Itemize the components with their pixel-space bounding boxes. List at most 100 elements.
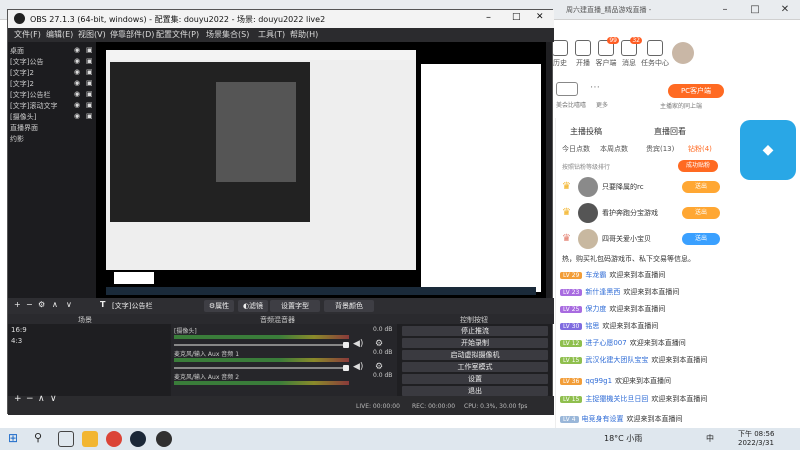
mixer-db: 0.0 dB [373,326,393,333]
crown-icon: ♛ [562,207,571,218]
eye-icon[interactable]: ◉ [74,57,80,65]
virtual-camera-button[interactable]: 启动虚拟摄像机 [402,350,548,360]
gear-icon[interactable]: ⚙ [375,362,383,372]
obs-app-icon[interactable] [156,431,172,447]
add-source-button[interactable]: + [14,300,21,312]
scene-item[interactable]: 16:9 [11,326,27,334]
task-view-icon[interactable] [58,431,74,447]
weather-indicator[interactable]: 18°C 小雨 [604,433,642,444]
eye-icon[interactable]: ◉ [74,90,80,98]
rank-row[interactable]: ♛ 看护奔跑分宝游戏 送出 [560,202,725,224]
menu-help[interactable]: 帮助(H) [290,29,318,40]
audio-mixer: [摄像头] 0.0 dB ◀) ⚙ 麦克风/输入 Aux 音频 1 0.0 dB… [171,324,397,396]
clock-time[interactable]: 下午 08:56 [738,429,774,439]
source-item[interactable]: [文字]滚动文字 ◉ ▣ [10,101,94,111]
exit-button[interactable]: 退出 [402,386,548,396]
lock-icon[interactable]: ▣ [86,90,93,98]
source-item[interactable]: [文字]2 ◉ ▣ [10,68,94,78]
set-font-button[interactable]: 设置字型 [270,300,320,312]
windows-start-icon[interactable]: ⊞ [8,431,24,447]
volume-slider[interactable] [174,344,344,346]
menu-edit[interactable]: 编辑(E) [46,29,73,40]
steam-icon[interactable] [130,431,146,447]
stop-streaming-button[interactable]: 停止推流 [402,326,548,336]
gear-icon[interactable]: ⚙ [38,300,45,312]
header-tasks[interactable]: 任务中心 [640,40,670,68]
eye-icon[interactable]: ◉ [74,68,80,76]
rank-row[interactable]: ♛ 只要降属的rc 送出 [560,176,725,198]
start-recording-button[interactable]: 开始录制 [402,338,548,348]
close-icon[interactable]: ✕ [770,0,800,20]
search-icon[interactable]: ⚲ [34,431,50,447]
lock-icon[interactable]: ▣ [86,68,93,76]
lock-icon[interactable]: ▣ [86,57,93,65]
tab-vip[interactable]: 贵宾(13) [646,144,674,154]
minimize-icon[interactable]: – [710,0,740,20]
studio-mode-button[interactable]: 工作室模式 [402,362,548,372]
source-item[interactable]: [文字]公告 ◉ ▣ [10,57,94,67]
properties-button[interactable]: ⚙属性 [204,300,234,312]
file-explorer-icon[interactable] [82,431,98,447]
scene-item[interactable]: 4:3 [11,337,22,345]
obs-titlebar[interactable]: OBS 27.1.3 (64-bit, windows) - 配置集: douy… [8,10,554,28]
source-item[interactable]: [摄像头] ◉ ▣ [10,112,94,122]
input-language[interactable]: 中 [706,433,714,444]
lock-icon[interactable]: ▣ [86,101,93,109]
speaker-icon[interactable]: ◀) [353,339,363,349]
mixer-db: 0.0 dB [373,372,393,379]
more-icon[interactable]: ⋯ [590,82,606,96]
eye-icon[interactable]: ◉ [74,79,80,87]
recommend-icon[interactable] [556,82,578,96]
tab-week[interactable]: 本周点数 [600,144,628,154]
move-up-icon[interactable]: ∧ [52,300,58,312]
close-icon[interactable]: ✕ [536,12,544,22]
source-item[interactable]: [文字]2 ◉ ▣ [10,79,94,89]
menu-profile[interactable]: 配置文件(P) [156,29,199,40]
eye-icon[interactable]: ◉ [74,101,80,109]
remove-source-button[interactable]: − [26,300,33,312]
source-item[interactable]: 约影 [10,134,94,144]
minimize-icon[interactable]: – [486,12,491,23]
lock-icon[interactable]: ▣ [86,46,93,54]
eye-icon[interactable]: ◉ [74,112,80,120]
menu-tools[interactable]: 工具(T) [258,29,285,40]
volume-knob[interactable] [343,342,349,348]
speaker-icon[interactable]: ◀) [353,362,363,372]
rank-row[interactable]: ♛ 四哥关爱小宝贝 送出 [560,228,725,250]
sources-list: 桌面 ◉ ▣ [文字]公告 ◉ ▣ [文字]2 ◉ ▣ [文字]2 ◉ ▣ [文字]公告栏 ◉ ▣ … [8,42,96,298]
move-down-icon[interactable]: ∨ [66,300,72,312]
menu-scene-collection[interactable]: 场景集合(S) [206,29,249,40]
preview-canvas[interactable] [96,42,546,298]
pc-client-button[interactable]: PC客户端 [668,84,724,98]
side-item[interactable]: 美会比嘻嘻 [556,100,586,109]
filters-button[interactable]: ◐滤镜 [238,300,268,312]
tab-contributions[interactable]: 主播投稿 [570,126,602,137]
tab-replay[interactable]: 直播回看 [654,126,686,137]
source-item[interactable]: 直播界面 [10,123,94,133]
maximize-icon[interactable]: □ [740,0,770,20]
follow-button[interactable]: 成功贴粉 [678,160,718,172]
eye-icon[interactable]: ◉ [74,46,80,54]
lock-icon[interactable]: ▣ [86,112,93,120]
avatar [578,203,598,223]
source-item[interactable]: 桌面 ◉ ▣ [10,46,94,56]
browser-tab[interactable]: 周六建直播_精品游戏直播 - 斗鱼 [560,2,652,20]
bg-color-button[interactable]: 背景颜色 [324,300,374,312]
menu-view[interactable]: 视图(V) [78,29,106,40]
tab-diamond[interactable]: 钻粉(4) [688,144,712,154]
volume-slider[interactable] [174,367,344,369]
maximize-icon[interactable]: □ [512,12,521,22]
tab-today[interactable]: 今日点数 [562,144,590,154]
selected-source-label: [文字]公告栏 [112,302,153,310]
settings-button[interactable]: 设置 [402,374,548,384]
clock-date[interactable]: 2022/3/31 [738,439,774,447]
volume-knob[interactable] [343,365,349,371]
lock-icon[interactable]: ▣ [86,79,93,87]
menu-file[interactable]: 文件(F) [14,29,41,40]
chrome-icon[interactable] [106,431,122,447]
source-item[interactable]: [文字]公告栏 ◉ ▣ [10,90,94,100]
menu-docks[interactable]: 停靠部件(D) [110,29,154,40]
side-item[interactable]: 更多 [596,100,608,109]
user-avatar[interactable] [672,42,694,64]
gear-icon[interactable]: ⚙ [375,339,383,349]
